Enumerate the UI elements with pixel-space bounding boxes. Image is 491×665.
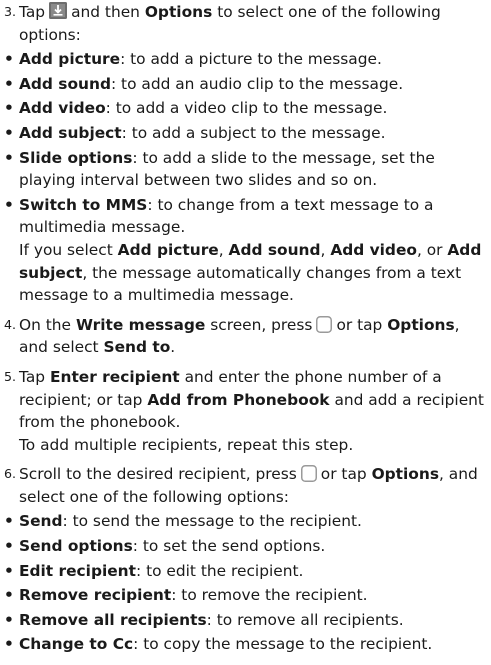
options-label: Options [144, 3, 213, 21]
step-number: 4. [4, 316, 17, 332]
option-name: Send options [19, 537, 133, 556]
step-number: 6. [4, 466, 17, 482]
list-item: • Slide options: to add a slide to the me… [0, 147, 491, 192]
step-6: 6. Scroll to the desired recipient, pres… [4, 465, 478, 506]
list-item: • Add subject: to add a subject to the me… [0, 122, 491, 145]
list-item: • Edit recipient: to edit the recipient. [0, 560, 491, 583]
list-item: • Add sound: to add an audio clip to the … [0, 73, 491, 96]
option-name: Remove all recipients [19, 610, 207, 629]
option-name: Add picture [19, 50, 121, 69]
list-item: • Remove all recipients: to remove all re… [0, 609, 491, 632]
bullet-marker: • [4, 123, 14, 142]
bullet-marker: • [4, 148, 14, 167]
list-item: • Add video: to add a video clip to the m… [0, 97, 491, 120]
step-6-options-list: • Send: to send the message to the recipi… [0, 510, 491, 656]
step-3-options-list: • Add picture: to add a picture to the me… [0, 48, 491, 239]
option-description: : to send the message to the recipient. [62, 512, 362, 531]
bullet-marker: • [4, 74, 14, 93]
option-description: : to set the send options. [132, 537, 326, 556]
bullet-marker: • [4, 50, 14, 69]
softkey-icon [316, 315, 333, 333]
option-name: Change to Cc [19, 635, 134, 654]
step-5-note: To add multiple recipients, repeat this … [19, 435, 354, 454]
option-description: : to add a picture to the message. [120, 50, 382, 69]
option-name: Add subject [19, 123, 122, 142]
list-item: • Switch to MMS: to change from a text me… [0, 194, 491, 239]
option-name: Add video [19, 99, 106, 118]
step-5: 5. Tap Enter recipient and enter the pho… [4, 367, 484, 454]
bullet-marker: • [4, 195, 14, 214]
option-description: : to remove all recipients. [206, 610, 404, 629]
list-item: • Send: to send the message to the recipi… [0, 510, 491, 533]
bullet-marker: • [4, 561, 14, 580]
save-icon [49, 2, 68, 19]
option-description: : to add a subject to the message. [121, 123, 386, 142]
bullet-marker: • [4, 512, 14, 531]
option-name: Send [19, 512, 63, 531]
list-item: • Add picture: to add a picture to the me… [0, 48, 491, 71]
step-number: 5. [4, 368, 17, 384]
step-text: Tap [19, 3, 46, 21]
bullet-marker: • [4, 537, 14, 556]
option-description: : to edit the recipient. [136, 561, 304, 580]
list-item: • Send options: to set the send options. [0, 535, 491, 558]
list-item: • Change to Cc: to copy the message to th… [0, 633, 491, 656]
option-description: : to copy the message to the recipient. [133, 635, 433, 654]
step-number: 3. [4, 4, 17, 19]
step-4: 4. On the Write message screen, press or … [4, 315, 460, 357]
option-name: Remove recipient [19, 586, 172, 605]
manual-page: 3. Tap and then Options to select one of … [0, 0, 491, 656]
option-description: : to remove the recipient. [171, 586, 368, 605]
softkey-icon [300, 465, 317, 483]
list-item: • Remove recipient: to remove the recipie… [0, 584, 491, 607]
option-description: : to add a video clip to the message. [105, 99, 388, 118]
bullet-marker: • [4, 635, 14, 654]
option-description: : to add an audio clip to the message. [110, 74, 404, 93]
bullet-marker: • [4, 586, 14, 605]
option-name: Slide options [19, 148, 133, 167]
bullet-marker: • [4, 99, 14, 118]
option-name: Add sound [19, 74, 111, 93]
mms-note: If you select Add picture, Add sound, Ad… [19, 240, 482, 305]
bullet-marker: • [4, 610, 14, 629]
option-name: Edit recipient [19, 561, 136, 580]
option-name: Switch to MMS [19, 195, 148, 214]
step-3: 3. Tap and then Options to select one of … [4, 2, 441, 44]
